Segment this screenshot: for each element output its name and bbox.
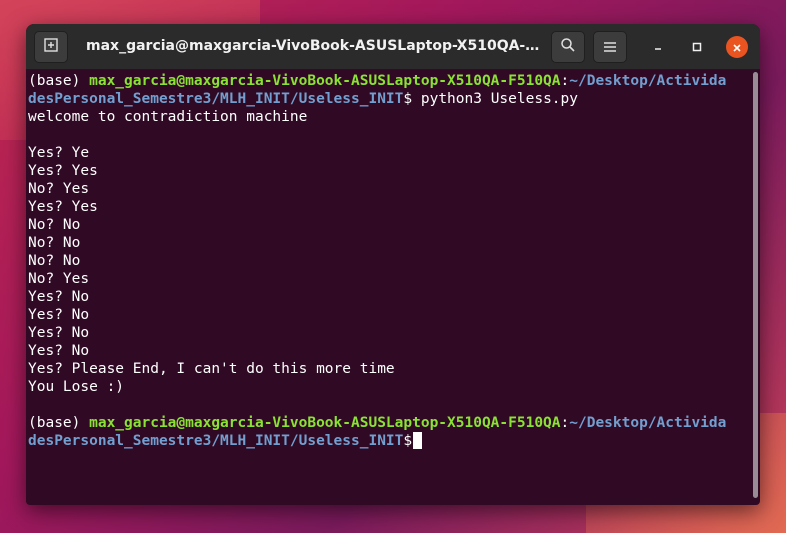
output-line: Yes? No xyxy=(28,343,90,359)
search-button[interactable] xyxy=(551,31,585,63)
search-icon xyxy=(560,37,576,57)
working-directory-continued: desPersonal_Semestre3/MLH_INIT/Useless_I… xyxy=(28,433,404,449)
working-directory: ~/Desktop/Activida xyxy=(569,415,727,431)
prompt-line-continued: desPersonal_Semestre3/MLH_INIT/Useless_I… xyxy=(28,90,578,108)
hamburger-menu-icon xyxy=(603,38,617,57)
minimize-button[interactable] xyxy=(647,36,669,58)
terminal-window: max_garcia@maxgarcia-VivoBook-ASUSLaptop… xyxy=(26,24,760,505)
prompt-line: (base) max_garcia@maxgarcia-VivoBook-ASU… xyxy=(28,72,726,90)
output-line: No? Yes xyxy=(28,181,90,197)
maximize-button[interactable] xyxy=(686,36,708,58)
prompt-colon: : xyxy=(560,415,570,431)
output-line: No? No xyxy=(28,217,81,233)
maximize-icon xyxy=(691,38,703,57)
output-line: Yes? Yes xyxy=(28,199,98,215)
output-line: You Lose :) xyxy=(28,379,125,395)
prompt-colon: : xyxy=(560,73,570,89)
output-line: Yes? Yes xyxy=(28,163,98,179)
prompt-dollar: $ xyxy=(403,91,413,107)
minimize-icon xyxy=(652,38,664,57)
title-bar[interactable]: max_garcia@maxgarcia-VivoBook-ASUSLaptop… xyxy=(26,24,760,70)
output-line: No? No xyxy=(28,253,81,269)
user-host: max_garcia@maxgarcia-VivoBook-ASUSLaptop… xyxy=(89,415,561,431)
new-tab-button[interactable] xyxy=(34,31,68,63)
new-tab-icon xyxy=(43,37,59,57)
output-line: Yes? No xyxy=(28,289,90,305)
output-line: No? Yes xyxy=(28,271,90,287)
conda-env: (base) xyxy=(28,73,90,89)
conda-env: (base) xyxy=(28,415,90,431)
terminal-output-area[interactable]: (base) max_garcia@maxgarcia-VivoBook-ASU… xyxy=(26,70,752,505)
vertical-scrollbar[interactable] xyxy=(753,72,758,498)
menu-button[interactable] xyxy=(593,31,627,63)
prompt-dollar: $ xyxy=(403,433,413,449)
close-button[interactable] xyxy=(726,36,748,58)
output-line: Yes? Ye xyxy=(28,145,90,161)
output-line: welcome to contradiction machine xyxy=(28,109,308,125)
user-host: max_garcia@maxgarcia-VivoBook-ASUSLaptop… xyxy=(89,73,561,89)
output-line: Yes? No xyxy=(28,307,90,323)
prompt-line: (base) max_garcia@maxgarcia-VivoBook-ASU… xyxy=(28,414,726,432)
output-line: Yes? No xyxy=(28,325,90,341)
close-icon xyxy=(732,38,742,57)
command-text: python3 Useless.py xyxy=(412,91,578,107)
window-title: max_garcia@maxgarcia-VivoBook-ASUSLaptop… xyxy=(86,38,546,54)
output-line: Yes? Please End, I can't do this more ti… xyxy=(28,361,395,377)
working-directory: ~/Desktop/Activida xyxy=(569,73,727,89)
working-directory-continued: desPersonal_Semestre3/MLH_INIT/Useless_I… xyxy=(28,91,404,107)
text-cursor xyxy=(413,432,423,449)
output-line: No? No xyxy=(28,235,81,251)
prompt-line-continued: desPersonal_Semestre3/MLH_INIT/Useless_I… xyxy=(28,432,423,450)
